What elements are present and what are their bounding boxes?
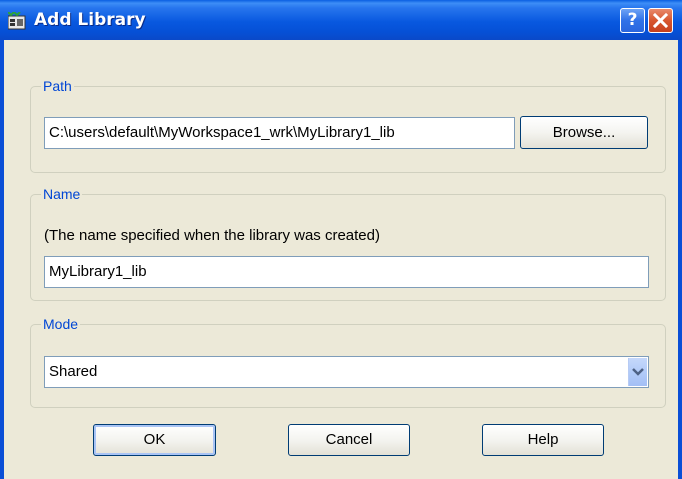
mode-select[interactable]: Shared (44, 356, 649, 388)
path-legend: Path (41, 76, 74, 96)
mode-selected-value: Shared (49, 363, 98, 380)
name-input[interactable]: MyLibrary1_lib (44, 256, 649, 288)
chevron-down-icon (632, 368, 644, 376)
ok-button[interactable]: OK (93, 424, 216, 456)
mode-legend: Mode (41, 314, 81, 334)
mode-group: Mode Shared (30, 314, 666, 408)
add-library-dialog: Add Library ? Path C:\users\default\MyWo… (0, 0, 682, 479)
path-group: Path C:\users\default\MyWorkspace1_wrk\M… (30, 76, 666, 173)
mode-dropdown-button[interactable] (628, 358, 647, 386)
window-frame-left (0, 40, 4, 479)
browse-button[interactable]: Browse... (520, 116, 648, 149)
window-title: Add Library (34, 10, 146, 30)
close-icon (652, 12, 669, 29)
cancel-button[interactable]: Cancel (288, 424, 410, 456)
app-icon (8, 12, 26, 30)
path-input[interactable]: C:\users\default\MyWorkspace1_wrk\MyLibr… (44, 117, 515, 149)
name-group: Name (The name specified when the librar… (30, 184, 666, 301)
help-button[interactable]: Help (482, 424, 604, 456)
window-frame-right (678, 40, 682, 479)
title-bar[interactable]: Add Library ? (0, 0, 682, 40)
titlebar-close-button[interactable] (648, 8, 673, 33)
name-hint: (The name specified when the library was… (44, 227, 380, 244)
name-legend: Name (41, 184, 83, 204)
titlebar-help-button[interactable]: ? (620, 8, 645, 33)
